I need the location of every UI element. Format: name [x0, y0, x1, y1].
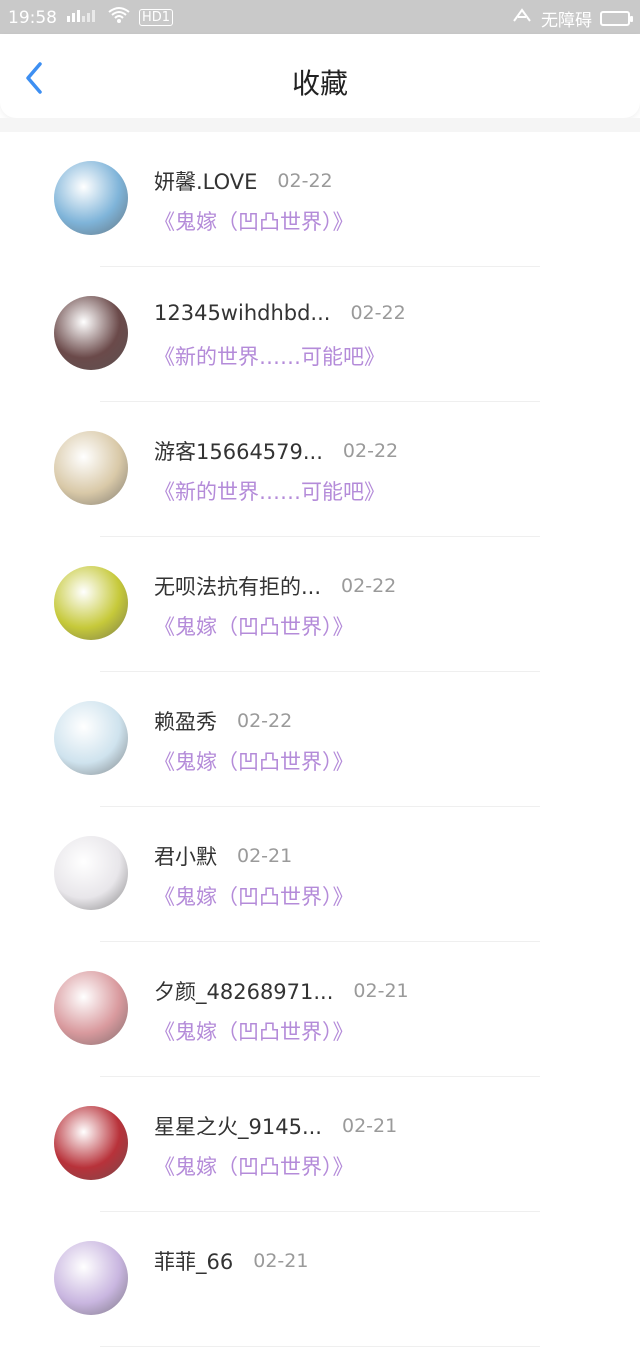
- status-bar: 19:58 HD1 无障碍: [0, 0, 640, 34]
- page-title: 收藏: [291, 67, 348, 100]
- name-row: 星星之火_9145... 02-21: [154, 1111, 397, 1141]
- favorite-date: 02-22: [237, 710, 293, 732]
- list-item[interactable]: 君小默 02-21 《鬼嫁（凹凸世界）》: [0, 807, 640, 942]
- list-item[interactable]: 星星之火_9145... 02-21 《鬼嫁（凹凸世界）》: [0, 1077, 640, 1212]
- accessibility-icon: [511, 7, 533, 30]
- user-name: 游客15664579...: [154, 440, 323, 464]
- book-title-link[interactable]: 《新的世界……可能吧》: [154, 476, 385, 506]
- book-title-link[interactable]: 《新的世界……可能吧》: [154, 341, 385, 371]
- name-row: 君小默 02-21: [154, 841, 292, 871]
- favorite-date: 02-22: [350, 302, 406, 324]
- avatar[interactable]: [54, 1106, 128, 1180]
- name-row: 夕颜_48268971... 02-21: [154, 976, 409, 1006]
- name-row: 赖盈秀 02-22: [154, 706, 292, 736]
- name-row: 12345wihdhbd... 02-22: [154, 301, 406, 325]
- favorites-list: 妍馨.LOVE 02-22 《鬼嫁（凹凸世界）》 12345wihdhbd... 02-…: [0, 132, 640, 1347]
- name-row: 妍馨.LOVE 02-22: [154, 166, 333, 196]
- user-name: 夕颜_48268971...: [154, 980, 334, 1004]
- list-item[interactable]: 游客15664579... 02-22 《新的世界……可能吧》: [0, 402, 640, 537]
- avatar[interactable]: [54, 431, 128, 505]
- list-item[interactable]: 赖盈秀 02-22 《鬼嫁（凹凸世界）》: [0, 672, 640, 807]
- list-item[interactable]: 12345wihdhbd... 02-22 《新的世界……可能吧》: [0, 267, 640, 402]
- battery-icon: [600, 11, 633, 26]
- user-name: 12345wihdhbd...: [154, 301, 331, 325]
- header-bar: 收藏: [0, 34, 640, 118]
- favorite-date: 02-21: [253, 1250, 309, 1272]
- favorite-date: 02-21: [353, 980, 409, 1002]
- book-title-link[interactable]: 《鬼嫁（凹凸世界）》: [154, 1016, 354, 1046]
- list-item[interactable]: 无呗法抗有拒的... 02-22 《鬼嫁（凹凸世界）》: [0, 537, 640, 672]
- user-name: 妍馨.LOVE: [154, 170, 258, 194]
- book-title-link[interactable]: 《鬼嫁（凹凸世界）》: [154, 611, 354, 641]
- status-time: 19:58: [8, 7, 57, 28]
- favorite-date: 02-22: [342, 440, 399, 462]
- avatar[interactable]: [54, 566, 128, 640]
- avatar[interactable]: [54, 161, 128, 235]
- name-row: 无呗法抗有拒的... 02-22: [154, 571, 396, 601]
- favorite-date: 02-21: [341, 1115, 398, 1137]
- book-title-link[interactable]: 《鬼嫁（凹凸世界）》: [154, 746, 354, 776]
- accessibility-label: 无障碍: [541, 11, 592, 31]
- avatar[interactable]: [54, 971, 128, 1045]
- user-name: 星星之火_9145...: [154, 1115, 322, 1139]
- book-title-link[interactable]: 《鬼嫁（凹凸世界）》: [154, 881, 354, 911]
- signal-icon: [65, 6, 99, 29]
- user-name: 无呗法抗有拒的...: [154, 575, 322, 599]
- user-name: 菲菲_66: [154, 1250, 234, 1274]
- status-left: 19:58 HD1: [8, 6, 174, 29]
- name-row: 游客15664579... 02-22: [154, 436, 398, 466]
- list-item[interactable]: 妍馨.LOVE 02-22 《鬼嫁（凹凸世界）》: [0, 132, 640, 267]
- user-name: 君小默: [154, 845, 217, 869]
- list-item[interactable]: 夕颜_48268971... 02-21 《鬼嫁（凹凸世界）》: [0, 942, 640, 1077]
- favorite-date: 02-22: [341, 575, 397, 597]
- book-title-link[interactable]: 《鬼嫁（凹凸世界）》: [154, 1151, 354, 1181]
- avatar[interactable]: [54, 701, 128, 775]
- wifi-icon: [107, 6, 131, 29]
- avatar[interactable]: [54, 1241, 128, 1315]
- book-title-link[interactable]: 《鬼嫁（凹凸世界）》: [154, 206, 354, 236]
- user-name: 赖盈秀: [154, 710, 217, 734]
- section-gap: [0, 118, 640, 132]
- favorite-date: 02-21: [237, 845, 293, 867]
- hd-icon: HD1: [139, 9, 174, 26]
- status-right: 无障碍: [511, 6, 633, 31]
- favorite-date: 02-22: [277, 170, 333, 192]
- name-row: 菲菲_66 02-21: [154, 1246, 308, 1276]
- avatar[interactable]: [54, 296, 128, 370]
- avatar[interactable]: [54, 836, 128, 910]
